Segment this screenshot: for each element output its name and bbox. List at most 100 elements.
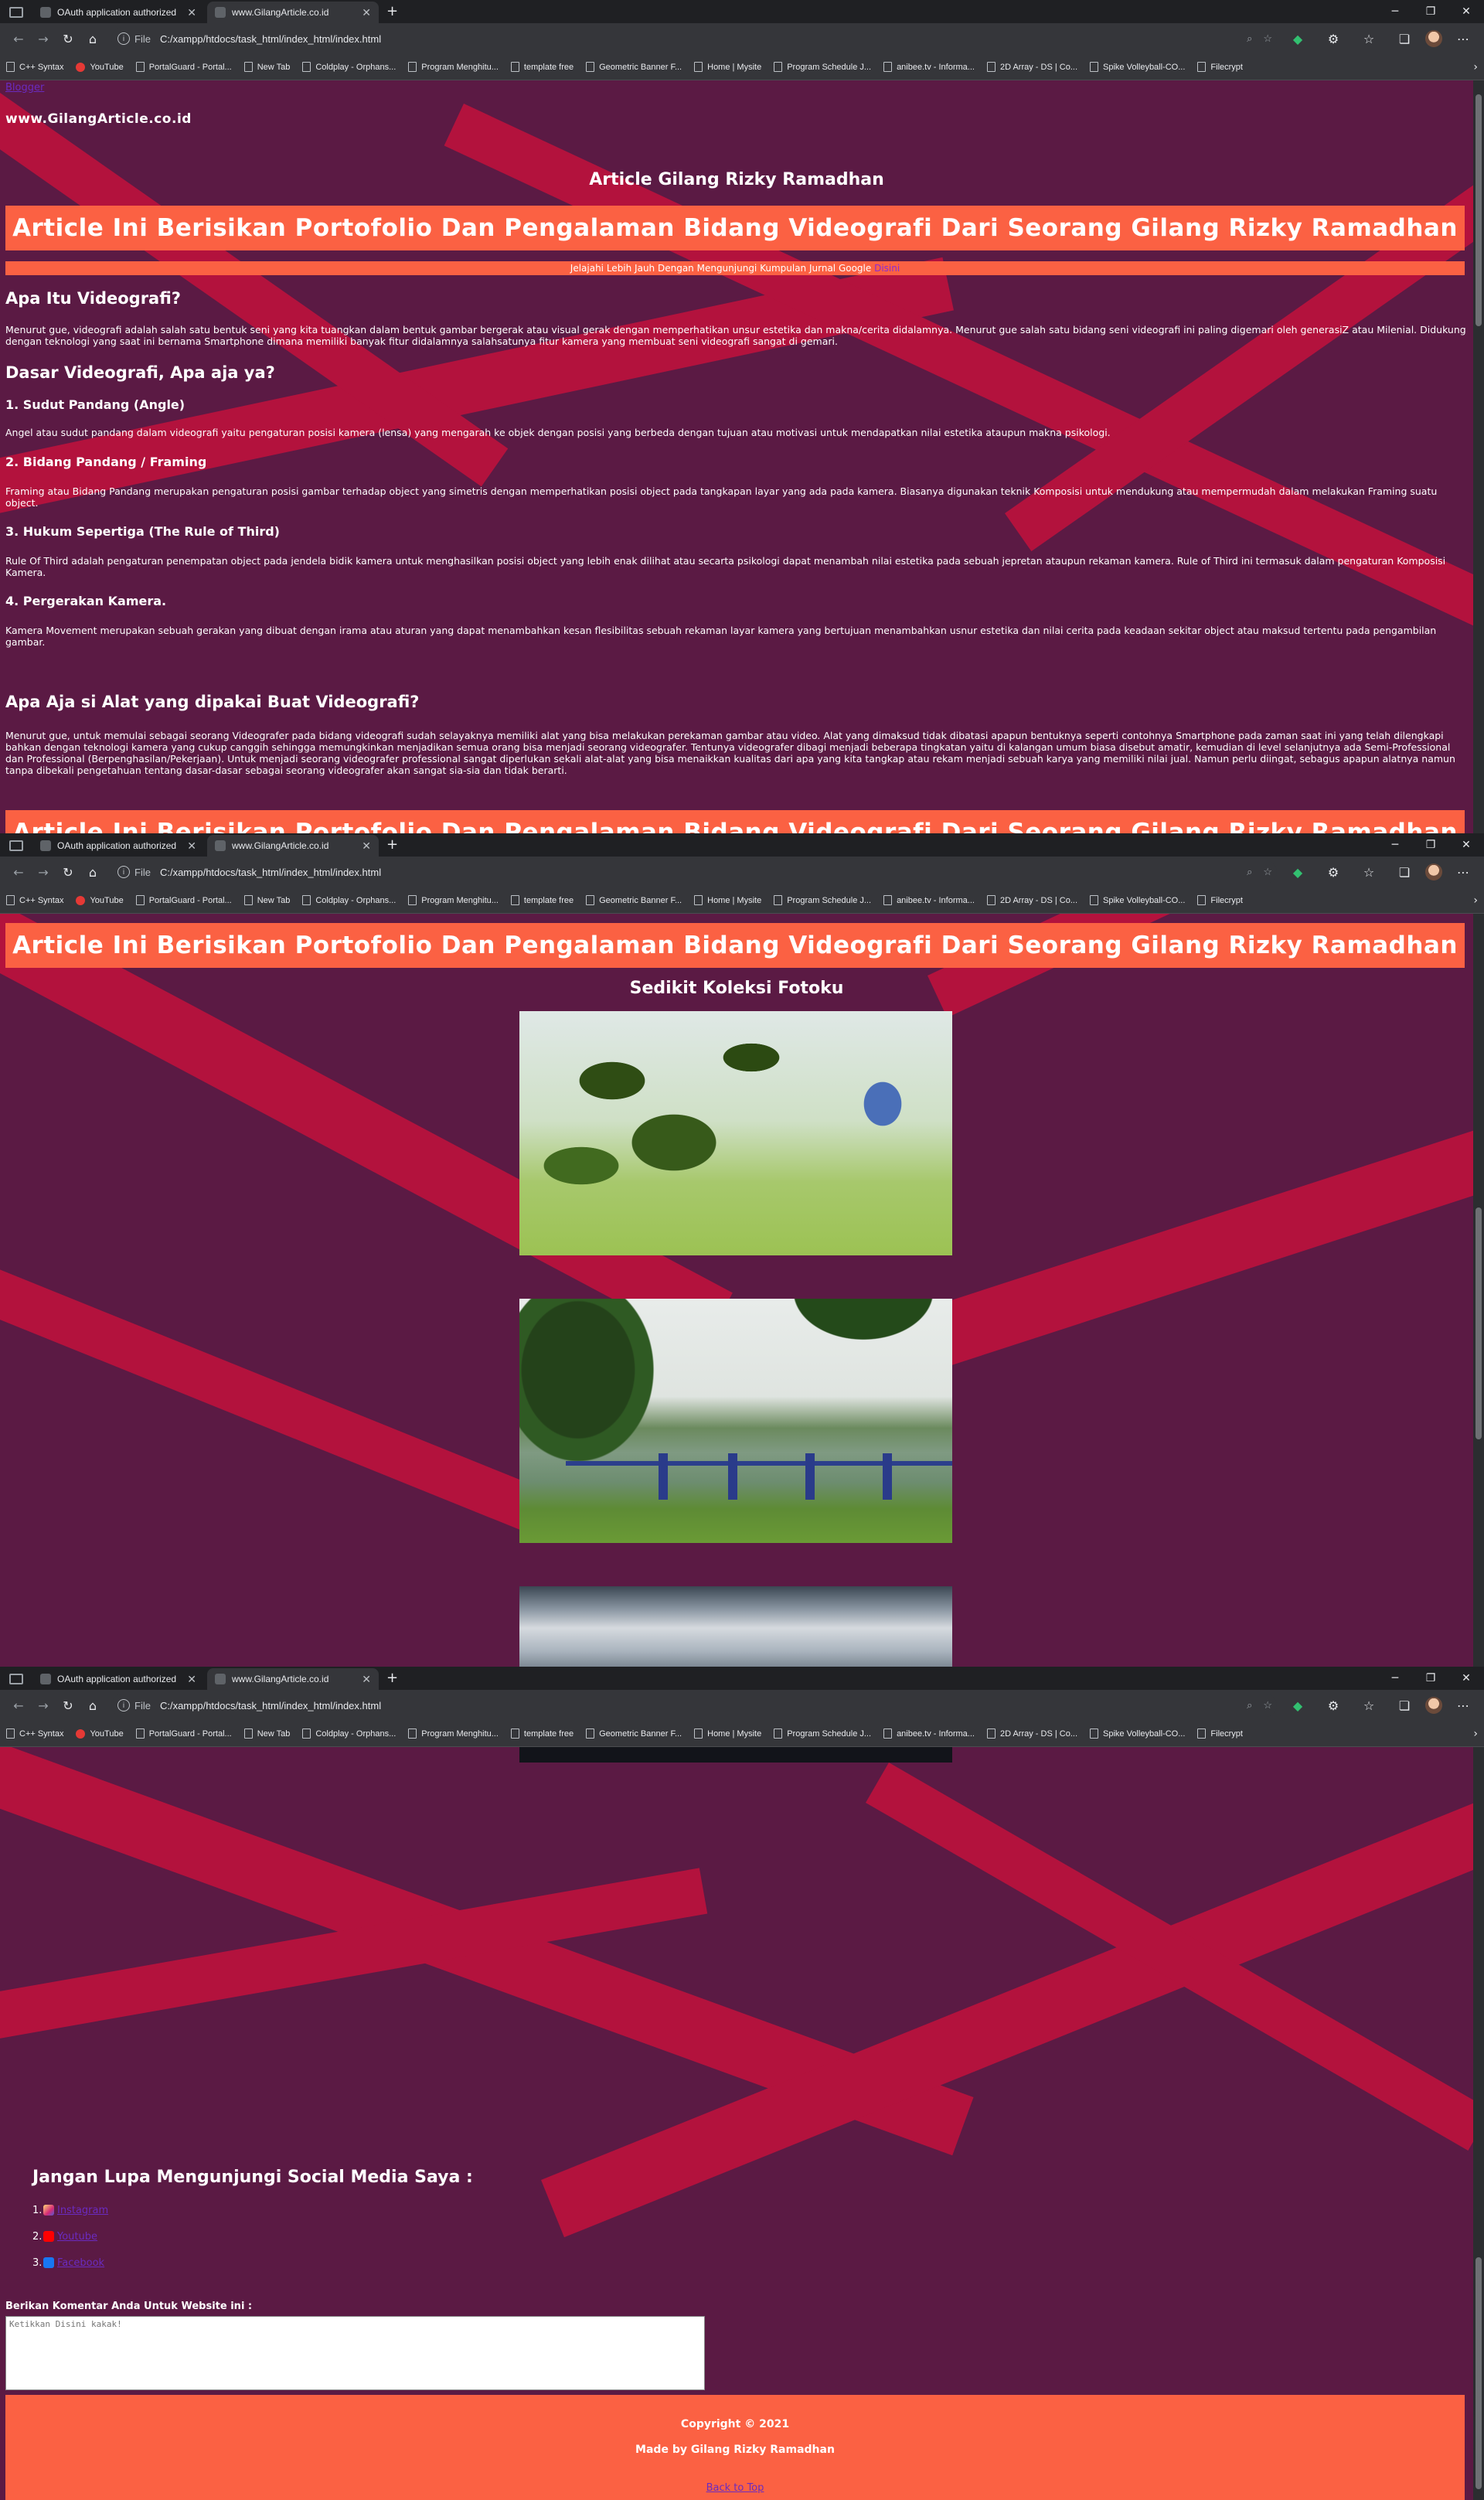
- facebook-link[interactable]: Facebook: [57, 2257, 104, 2269]
- bookmark-item[interactable]: Filecrypt: [1197, 62, 1243, 72]
- favorite-add-icon[interactable]: ☆: [1263, 866, 1272, 878]
- back-icon[interactable]: ←: [6, 26, 31, 51]
- favorites-icon[interactable]: ☆: [1354, 1693, 1384, 1718]
- bookmark-item[interactable]: Program Menghitu...: [408, 62, 499, 72]
- collections-icon[interactable]: ❏: [1390, 1693, 1419, 1718]
- forward-icon[interactable]: →: [31, 1693, 56, 1718]
- google-journal-link[interactable]: Disini: [874, 263, 900, 274]
- scrollbar[interactable]: [1473, 914, 1484, 1667]
- bookmark-item[interactable]: YouTube: [76, 62, 124, 72]
- instagram-link[interactable]: Instagram: [57, 2205, 108, 2216]
- scrollbar-thumb[interactable]: [1475, 2257, 1482, 2489]
- reload-icon[interactable]: ↻: [56, 26, 80, 51]
- bookmarks-overflow-icon[interactable]: ›: [1473, 61, 1478, 73]
- collections-icon[interactable]: ❏: [1390, 860, 1419, 884]
- bookmark-item[interactable]: Coldplay - Orphans...: [302, 62, 396, 72]
- bookmark-item[interactable]: Program Schedule J...: [774, 1729, 871, 1739]
- new-tab-icon[interactable]: +: [386, 836, 398, 853]
- bookmark-item[interactable]: 2D Array - DS | Co...: [986, 1729, 1077, 1739]
- bookmark-item[interactable]: Program Menghitu...: [408, 895, 499, 905]
- bookmark-item[interactable]: anibee.tv - Informa...: [883, 62, 975, 72]
- more-menu-icon[interactable]: ⋯: [1448, 1693, 1478, 1718]
- bookmark-item[interactable]: C++ Syntax: [6, 895, 63, 905]
- address-bar[interactable]: i File C:/xampp/htdocs/task_html/index_h…: [111, 860, 1277, 884]
- bookmark-item[interactable]: template free: [510, 62, 574, 72]
- extensions-puzzle-icon[interactable]: ⚙: [1319, 26, 1348, 51]
- restore-icon[interactable]: ❐: [1413, 1667, 1448, 1690]
- reload-icon[interactable]: ↻: [56, 1693, 80, 1718]
- zoom-icon[interactable]: ⌕: [1247, 866, 1252, 878]
- minimize-icon[interactable]: ─: [1377, 1667, 1413, 1690]
- bookmark-item[interactable]: Coldplay - Orphans...: [302, 1729, 396, 1739]
- bookmark-item[interactable]: Spike Volleyball-CO...: [1090, 62, 1185, 72]
- bookmark-item[interactable]: C++ Syntax: [6, 62, 63, 72]
- bookmark-item[interactable]: Spike Volleyball-CO...: [1090, 1729, 1185, 1739]
- extensions-puzzle-icon[interactable]: ⚙: [1319, 1693, 1348, 1718]
- new-tab-icon[interactable]: +: [386, 1670, 398, 1686]
- bookmark-item[interactable]: C++ Syntax: [6, 1729, 63, 1739]
- scrollbar[interactable]: [1473, 80, 1484, 833]
- forward-icon[interactable]: →: [31, 26, 56, 51]
- bookmark-item[interactable]: New Tab: [243, 1729, 290, 1739]
- info-icon[interactable]: i: [117, 866, 130, 878]
- tab-actions-icon[interactable]: [9, 1674, 23, 1684]
- bookmarks-overflow-icon[interactable]: ›: [1473, 894, 1478, 907]
- scrollbar-thumb[interactable]: [1475, 1207, 1482, 1439]
- bookmark-item[interactable]: PortalGuard - Portal...: [135, 62, 232, 72]
- extension-icon[interactable]: ◆: [1283, 1693, 1312, 1718]
- scrollbar-thumb[interactable]: [1475, 94, 1482, 326]
- youtube-icon[interactable]: [43, 2231, 54, 2242]
- more-menu-icon[interactable]: ⋯: [1448, 860, 1478, 884]
- close-tab-icon[interactable]: ✕: [362, 1673, 371, 1686]
- tab-gilangarticle[interactable]: www.GilangArticle.co.id ✕: [207, 835, 379, 857]
- bookmark-item[interactable]: PortalGuard - Portal...: [135, 1729, 232, 1739]
- bookmark-item[interactable]: Geometric Banner F...: [586, 895, 682, 905]
- bookmarks-overflow-icon[interactable]: ›: [1473, 1728, 1478, 1740]
- bookmark-item[interactable]: Program Schedule J...: [774, 895, 871, 905]
- bookmark-item[interactable]: Program Menghitu...: [408, 1729, 499, 1739]
- close-tab-icon[interactable]: ✕: [187, 6, 196, 19]
- profile-avatar[interactable]: [1425, 30, 1442, 47]
- tab-gilangarticle[interactable]: www.GilangArticle.co.id ✕: [207, 2, 379, 23]
- back-icon[interactable]: ←: [6, 860, 31, 884]
- tab-actions-icon[interactable]: [9, 7, 23, 18]
- close-tab-icon[interactable]: ✕: [362, 6, 371, 19]
- bookmark-item[interactable]: anibee.tv - Informa...: [883, 1729, 975, 1739]
- blogger-link[interactable]: Blogger: [5, 82, 44, 94]
- extension-icon[interactable]: ◆: [1283, 860, 1312, 884]
- tab-actions-icon[interactable]: [9, 840, 23, 851]
- info-icon[interactable]: i: [117, 1699, 130, 1712]
- close-window-icon[interactable]: ✕: [1448, 0, 1484, 23]
- extensions-puzzle-icon[interactable]: ⚙: [1319, 860, 1348, 884]
- close-tab-icon[interactable]: ✕: [187, 1673, 196, 1686]
- reload-icon[interactable]: ↻: [56, 860, 80, 884]
- bookmark-item[interactable]: New Tab: [243, 895, 290, 905]
- instagram-icon[interactable]: [43, 2205, 54, 2216]
- close-tab-icon[interactable]: ✕: [187, 840, 196, 853]
- bookmark-item[interactable]: Home | Mysite: [694, 1729, 761, 1739]
- bookmark-item[interactable]: PortalGuard - Portal...: [135, 895, 232, 905]
- info-icon[interactable]: i: [117, 32, 130, 45]
- url-text[interactable]: C:/xampp/htdocs/task_html/index_html/ind…: [160, 33, 381, 45]
- bookmark-item[interactable]: anibee.tv - Informa...: [883, 895, 975, 905]
- scrollbar[interactable]: [1473, 1747, 1484, 2500]
- back-to-top-link[interactable]: Back to Top: [706, 2482, 764, 2494]
- close-window-icon[interactable]: ✕: [1448, 1667, 1484, 1690]
- bookmark-item[interactable]: Filecrypt: [1197, 1729, 1243, 1739]
- profile-avatar[interactable]: [1425, 863, 1442, 880]
- bookmark-item[interactable]: YouTube: [76, 1729, 124, 1739]
- tab-oauth[interactable]: OAuth application authorized ✕: [32, 2, 204, 23]
- comment-textarea[interactable]: [5, 2316, 705, 2390]
- restore-icon[interactable]: ❐: [1413, 0, 1448, 23]
- bookmark-item[interactable]: 2D Array - DS | Co...: [986, 895, 1077, 905]
- close-window-icon[interactable]: ✕: [1448, 833, 1484, 857]
- extension-icon[interactable]: ◆: [1283, 26, 1312, 51]
- close-tab-icon[interactable]: ✕: [362, 840, 371, 853]
- minimize-icon[interactable]: ─: [1377, 833, 1413, 857]
- url-text[interactable]: C:/xampp/htdocs/task_html/index_html/ind…: [160, 1700, 381, 1712]
- favorites-icon[interactable]: ☆: [1354, 26, 1384, 51]
- more-menu-icon[interactable]: ⋯: [1448, 26, 1478, 51]
- minimize-icon[interactable]: ─: [1377, 0, 1413, 23]
- bookmark-item[interactable]: Coldplay - Orphans...: [302, 895, 396, 905]
- url-text[interactable]: C:/xampp/htdocs/task_html/index_html/ind…: [160, 867, 381, 878]
